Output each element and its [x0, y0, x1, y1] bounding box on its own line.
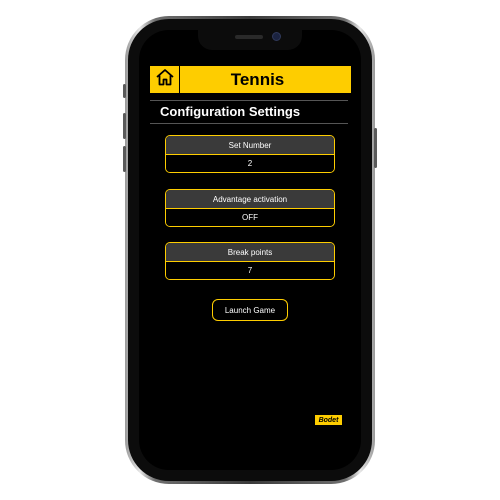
speaker-grille [235, 35, 263, 39]
volume-up-button [123, 113, 126, 139]
setting-value[interactable]: OFF [166, 209, 334, 226]
setting-value[interactable]: 7 [166, 262, 334, 279]
power-button [374, 128, 377, 168]
app-title: Tennis [230, 69, 285, 89]
launch-game-button[interactable]: Launch Game [212, 299, 288, 321]
home-icon [155, 68, 175, 91]
app-header: Tennis [150, 66, 351, 93]
setting-advantage-activation[interactable]: Advantage activation OFF [165, 189, 335, 227]
divider [150, 123, 348, 124]
divider [150, 100, 348, 101]
setting-label: Advantage activation [166, 190, 334, 209]
setting-break-points[interactable]: Break points 7 [165, 242, 335, 280]
mute-switch [123, 84, 126, 98]
phone-notch [198, 30, 302, 50]
setting-set-number[interactable]: Set Number 2 [165, 135, 335, 173]
setting-label: Set Number [166, 136, 334, 155]
front-camera [272, 32, 281, 41]
bodet-logo: Bodet [315, 415, 342, 425]
setting-label: Break points [166, 243, 334, 262]
home-button[interactable] [150, 66, 180, 93]
section-title: Configuration Settings [160, 104, 301, 119]
volume-down-button [123, 146, 126, 172]
setting-value[interactable]: 2 [166, 155, 334, 172]
